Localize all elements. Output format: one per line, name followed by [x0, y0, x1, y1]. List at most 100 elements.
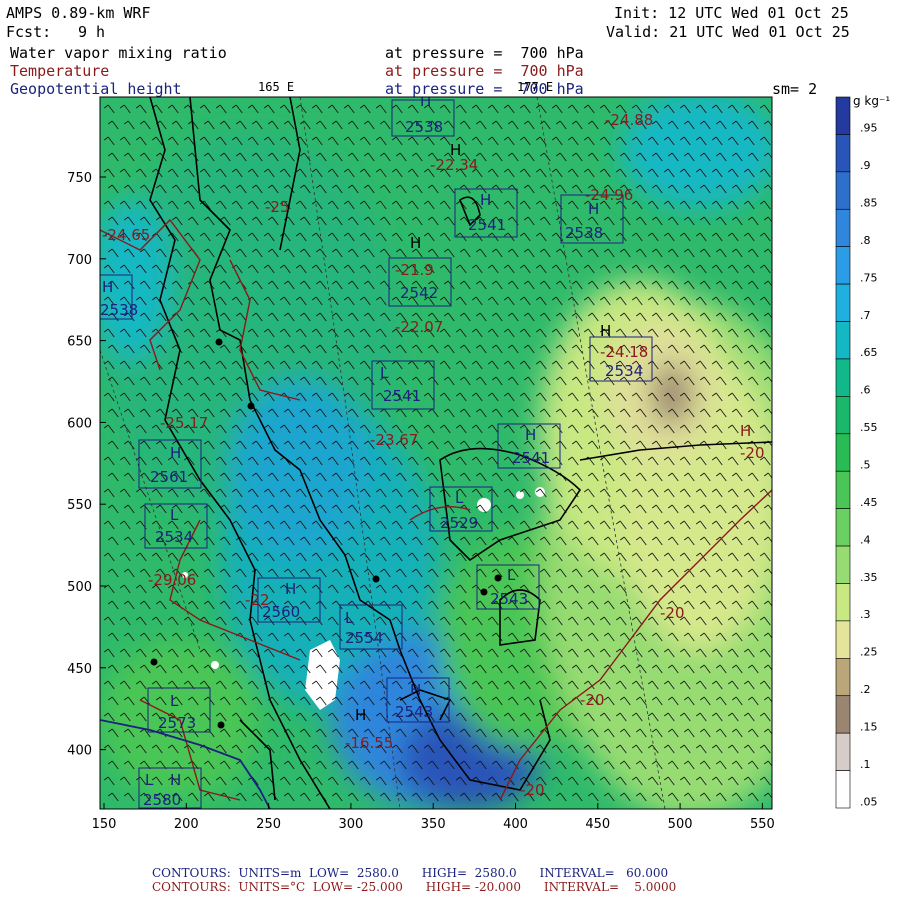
- temp-22-34: -22.34: [430, 156, 478, 174]
- x-tick-label: 400: [503, 817, 528, 832]
- x-tick-label: 450: [585, 817, 610, 832]
- h-mark-12: H: [355, 706, 366, 724]
- temp-23-67: -23.67: [370, 431, 418, 449]
- x-tick-label: 350: [421, 817, 446, 832]
- height-2538-a: 2538: [405, 118, 443, 136]
- temp-25-17: -25.17: [160, 414, 208, 432]
- y-tick-label: 400: [67, 744, 92, 759]
- h-mark-4: H: [588, 200, 599, 218]
- temp-20-c: -20: [580, 691, 605, 709]
- colorbar-swatch: [835, 583, 851, 622]
- height-2543-a: 2543: [490, 590, 528, 608]
- height-2534-b: 2534: [155, 528, 193, 546]
- height-2554: 2554: [345, 629, 383, 647]
- y-tick-label: 550: [67, 498, 92, 513]
- colorbar-swatch: [835, 171, 851, 210]
- colorbar-label: .2: [860, 683, 871, 696]
- colorbar-label: .6: [860, 384, 871, 397]
- l-mark-3: L: [455, 489, 464, 507]
- colorbar-label: .25: [860, 646, 878, 659]
- colorbar: g kg⁻¹ .95 .9 .85 .8 .75 .7 .65 .6 .55 .5 .45 .4 .35…: [835, 94, 890, 809]
- colorbar-label: .75: [860, 271, 878, 284]
- colorbar-label: .4: [860, 533, 871, 546]
- temp-20-a: -20: [740, 444, 765, 462]
- height-2580: 2580: [143, 791, 181, 809]
- height-2542: 2542: [400, 284, 438, 302]
- x-tick-label: 150: [92, 817, 117, 832]
- y-tick-label: 600: [67, 416, 92, 431]
- y-tick-label: 700: [67, 253, 92, 268]
- height-2561: 2561: [150, 468, 188, 486]
- weather-map: H 2538 H -22.34 -24.88 H 2541 -24.96 H 2…: [67, 92, 890, 832]
- temp-20-b: -20: [660, 604, 685, 622]
- colorbar-label: .1: [860, 758, 871, 771]
- h-mark-10: H: [285, 580, 296, 598]
- h-mark-3: H: [480, 191, 491, 209]
- x-tick-label: 550: [750, 817, 775, 832]
- colorbar-units: g kg⁻¹: [853, 94, 890, 108]
- footer-temp-contours: CONTOURS: UNITS=°C LOW= -25.000 HIGH= -2…: [152, 880, 677, 894]
- colorbar-label: .5: [860, 459, 871, 472]
- h-mark-11: H: [410, 681, 421, 699]
- height-2538-b: 2538: [565, 224, 603, 242]
- y-tick-label: 500: [67, 580, 92, 595]
- mixing-ratio-field: H 2538 H -22.34 -24.88 H 2541 -24.96 H 2…: [100, 92, 772, 809]
- colorbar-label: .65: [860, 346, 878, 359]
- colorbar-label: .3: [860, 608, 871, 621]
- temp-16-55: -16.55: [345, 734, 393, 752]
- h-mark-6: H: [600, 322, 611, 340]
- height-2560: 2560: [262, 603, 300, 621]
- colorbar-swatch: [835, 321, 851, 360]
- y-tick-label: 750: [67, 171, 92, 186]
- colorbar-label: .9: [860, 159, 871, 172]
- l-mark-7: L: [145, 771, 154, 789]
- height-2541-c: 2541: [512, 449, 550, 467]
- temp-29-06: -29.06: [148, 571, 196, 589]
- colorbar-label: .7: [860, 309, 871, 322]
- colorbar-label: .15: [860, 720, 878, 733]
- height-2541-a: 2541: [468, 216, 506, 234]
- height-2538-c: 2538: [100, 301, 138, 319]
- h-mark-9: H: [170, 444, 181, 462]
- h-mark-1: H: [420, 92, 431, 110]
- colorbar-swatch: [835, 208, 851, 247]
- colorbar-swatch: [835, 396, 851, 435]
- height-2529: 2529: [440, 514, 478, 532]
- x-tick-label: 200: [174, 817, 199, 832]
- h-mark-13: H: [170, 771, 181, 789]
- temp-22-07: -22.07: [395, 318, 443, 336]
- temp-24-88: -24.88: [605, 111, 653, 129]
- colorbar-label: .05: [860, 795, 878, 808]
- colorbar-label: .45: [860, 496, 878, 509]
- l-mark-2: L: [170, 506, 179, 524]
- colorbar-label: .35: [860, 571, 878, 584]
- x-tick-label: 250: [256, 817, 281, 832]
- colorbar-swatch: [835, 470, 851, 509]
- x-tick-label: 500: [668, 817, 693, 832]
- h-mark-8: H: [740, 422, 751, 440]
- colorbar-label: .55: [860, 421, 878, 434]
- height-2543-b: 2543: [395, 703, 433, 721]
- footer-height-contours: CONTOURS: UNITS=m LOW= 2580.0 HIGH= 2580…: [152, 866, 669, 880]
- l-mark-6: L: [170, 692, 179, 710]
- colorbar-swatch: [835, 246, 851, 285]
- colorbar-swatch: [835, 770, 851, 809]
- height-2534-a: 2534: [605, 362, 643, 380]
- colorbar-swatch: [835, 732, 851, 771]
- l-mark-5: L: [345, 609, 354, 627]
- colorbar-swatch: [835, 358, 851, 397]
- l-mark-1: L: [380, 364, 389, 382]
- height-2573: 2573: [158, 714, 196, 732]
- colorbar-label: .95: [860, 122, 878, 135]
- x-tick-label: 300: [338, 817, 363, 832]
- colorbar-label: .85: [860, 197, 878, 210]
- colorbar-swatch: [835, 545, 851, 584]
- colorbar-swatch: [835, 695, 851, 734]
- h-mark-14: H: [102, 278, 113, 296]
- temp-24-18: -24.18: [600, 343, 648, 361]
- colorbar-swatch: [835, 96, 851, 135]
- h-mark-7: H: [525, 426, 536, 444]
- temp-21-9: -21.9: [395, 261, 434, 279]
- colorbar-label: .8: [860, 234, 871, 247]
- colorbar-swatch: [835, 658, 851, 697]
